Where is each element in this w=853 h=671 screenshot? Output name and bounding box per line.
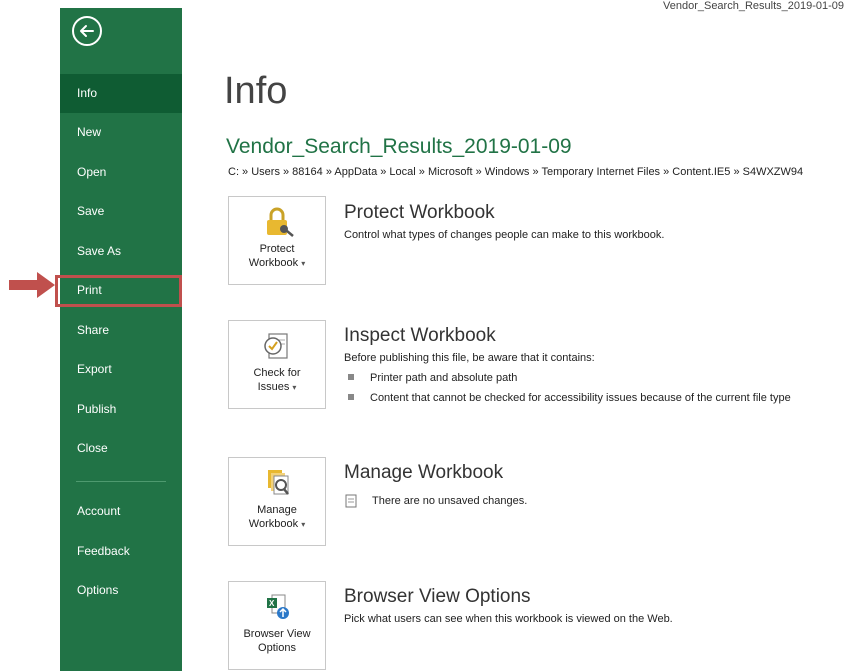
check-for-issues-button[interactable]: Check for Issues ▾ — [228, 320, 326, 409]
protect-workbook-button[interactable]: Protect Workbook ▾ — [228, 196, 326, 285]
sidebar-item-options[interactable]: Options — [60, 571, 182, 610]
section-title-browser-view: Browser View Options — [344, 586, 531, 607]
page-title: Info — [224, 70, 288, 112]
section-desc-manage: There are no unsaved changes. — [372, 495, 528, 507]
browser-view-options-button[interactable]: X Browser View Options — [228, 581, 326, 670]
chevron-down-icon: ▾ — [292, 383, 297, 392]
sidebar-item-open[interactable]: Open — [60, 153, 182, 192]
sidebar-item-save-as[interactable]: Save As — [60, 232, 182, 271]
pointer-arrow-icon — [9, 272, 55, 298]
section-desc-inspect: Before publishing this file, be aware th… — [344, 352, 595, 364]
back-arrow-icon[interactable] — [72, 16, 102, 46]
sidebar-item-account[interactable]: Account — [60, 492, 182, 531]
document-icon — [345, 494, 357, 508]
section-desc-protect: Control what types of changes people can… — [344, 229, 665, 241]
sidebar-item-export[interactable]: Export — [60, 350, 182, 389]
inspect-bullet-2: Content that cannot be checked for acces… — [370, 392, 791, 404]
sidebar-item-feedback[interactable]: Feedback — [60, 532, 182, 571]
browser-view-icon: X — [229, 592, 325, 622]
section-title-inspect: Inspect Workbook — [344, 325, 496, 346]
tile-label-line2: Issues — [257, 381, 290, 393]
tile-label-line1: Protect — [259, 243, 295, 255]
manage-workbook-button[interactable]: Manage Workbook ▾ — [228, 457, 326, 546]
tile-label-line1: Browser View — [243, 628, 311, 640]
sidebar-item-publish[interactable]: Publish — [60, 390, 182, 429]
file-path-breadcrumb[interactable]: C: » Users » 88164 » AppData » Local » M… — [228, 166, 803, 178]
sidebar-item-share[interactable]: Share — [60, 311, 182, 350]
inspect-bullet-1: Printer path and absolute path — [370, 372, 518, 384]
bullet-marker — [348, 374, 354, 380]
svg-text:X: X — [269, 599, 275, 608]
chevron-down-icon: ▾ — [301, 259, 306, 268]
section-title-protect: Protect Workbook — [344, 202, 495, 223]
tile-label-line2: Workbook — [248, 518, 299, 530]
print-highlight-box — [55, 275, 182, 307]
lock-key-icon — [229, 207, 325, 237]
sidebar-item-info[interactable]: Info — [60, 74, 182, 113]
tile-label-line1: Manage — [257, 504, 297, 516]
check-document-icon — [229, 331, 325, 361]
sidebar-item-new[interactable]: New — [60, 113, 182, 152]
document-title: Vendor_Search_Results_2019-01-09 — [226, 135, 572, 158]
manage-workbook-icon — [229, 468, 325, 498]
backstage-sidebar: Info New Open Save Save As Print Share E… — [60, 8, 182, 671]
bullet-marker — [348, 394, 354, 400]
tile-label-line2: Options — [258, 642, 296, 654]
chevron-down-icon: ▾ — [301, 520, 306, 529]
section-title-manage: Manage Workbook — [344, 462, 504, 483]
sidebar-divider — [76, 481, 166, 482]
tile-label-line1: Check for — [253, 367, 301, 379]
sidebar-item-save[interactable]: Save — [60, 192, 182, 231]
section-desc-browser-view: Pick what users can see when this workbo… — [344, 613, 673, 625]
sidebar-item-close[interactable]: Close — [60, 429, 182, 468]
tile-label-line2: Workbook — [248, 257, 299, 269]
window-filename: Vendor_Search_Results_2019-01-09 — [663, 0, 845, 12]
